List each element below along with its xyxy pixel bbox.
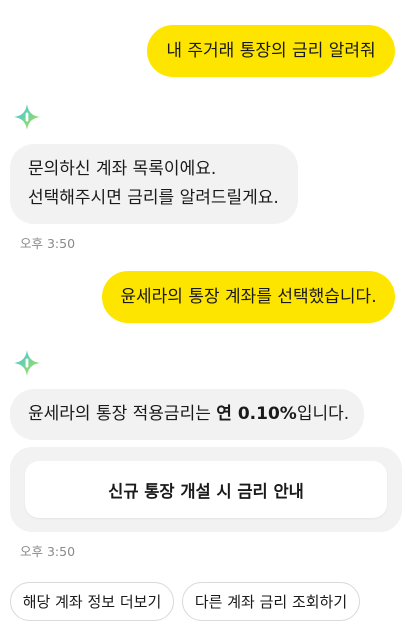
user-message-bubble: 윤세라의 통장 계좌를 선택했습니다. <box>102 271 395 323</box>
quick-reply-account-details[interactable]: 해당 계좌 정보 더보기 <box>10 582 174 621</box>
bot-message-bubble: 윤세라의 통장 적용금리는 연 0.10%입니다. <box>10 389 364 440</box>
bot-message-line: 선택해주시면 금리를 알려드릴게요. <box>28 188 279 208</box>
user-message-bubble: 내 주거래 통장의 금리 알려줘 <box>147 25 395 77</box>
bot-card: 신규 통장 개설 시 금리 안내 <box>10 447 402 532</box>
message-timestamp: 오후 3:50 <box>20 236 76 251</box>
new-account-rate-guide-button[interactable]: 신규 통장 개설 시 금리 안내 <box>25 461 387 518</box>
user-message-text: 윤세라의 통장 계좌를 선택했습니다. <box>120 287 377 307</box>
interest-rate-value: 연 0.10% <box>216 404 297 424</box>
bot-message-text: 입니다. <box>296 404 350 424</box>
message-timestamp: 오후 3:50 <box>20 544 76 559</box>
user-message-text: 내 주거래 통장의 금리 알려줘 <box>166 41 376 61</box>
sparkle-bot-icon <box>14 104 40 130</box>
quick-reply-other-account-rate[interactable]: 다른 계좌 금리 조회하기 <box>182 582 360 621</box>
bot-message-line: 문의하신 계좌 목록이에요. <box>28 159 217 179</box>
bot-message-text: 윤세라의 통장 적용금리는 <box>28 404 217 424</box>
bot-message-bubble: 문의하신 계좌 목록이에요. 선택해주시면 금리를 알려드릴게요. <box>10 144 298 224</box>
sparkle-bot-icon <box>14 350 40 376</box>
